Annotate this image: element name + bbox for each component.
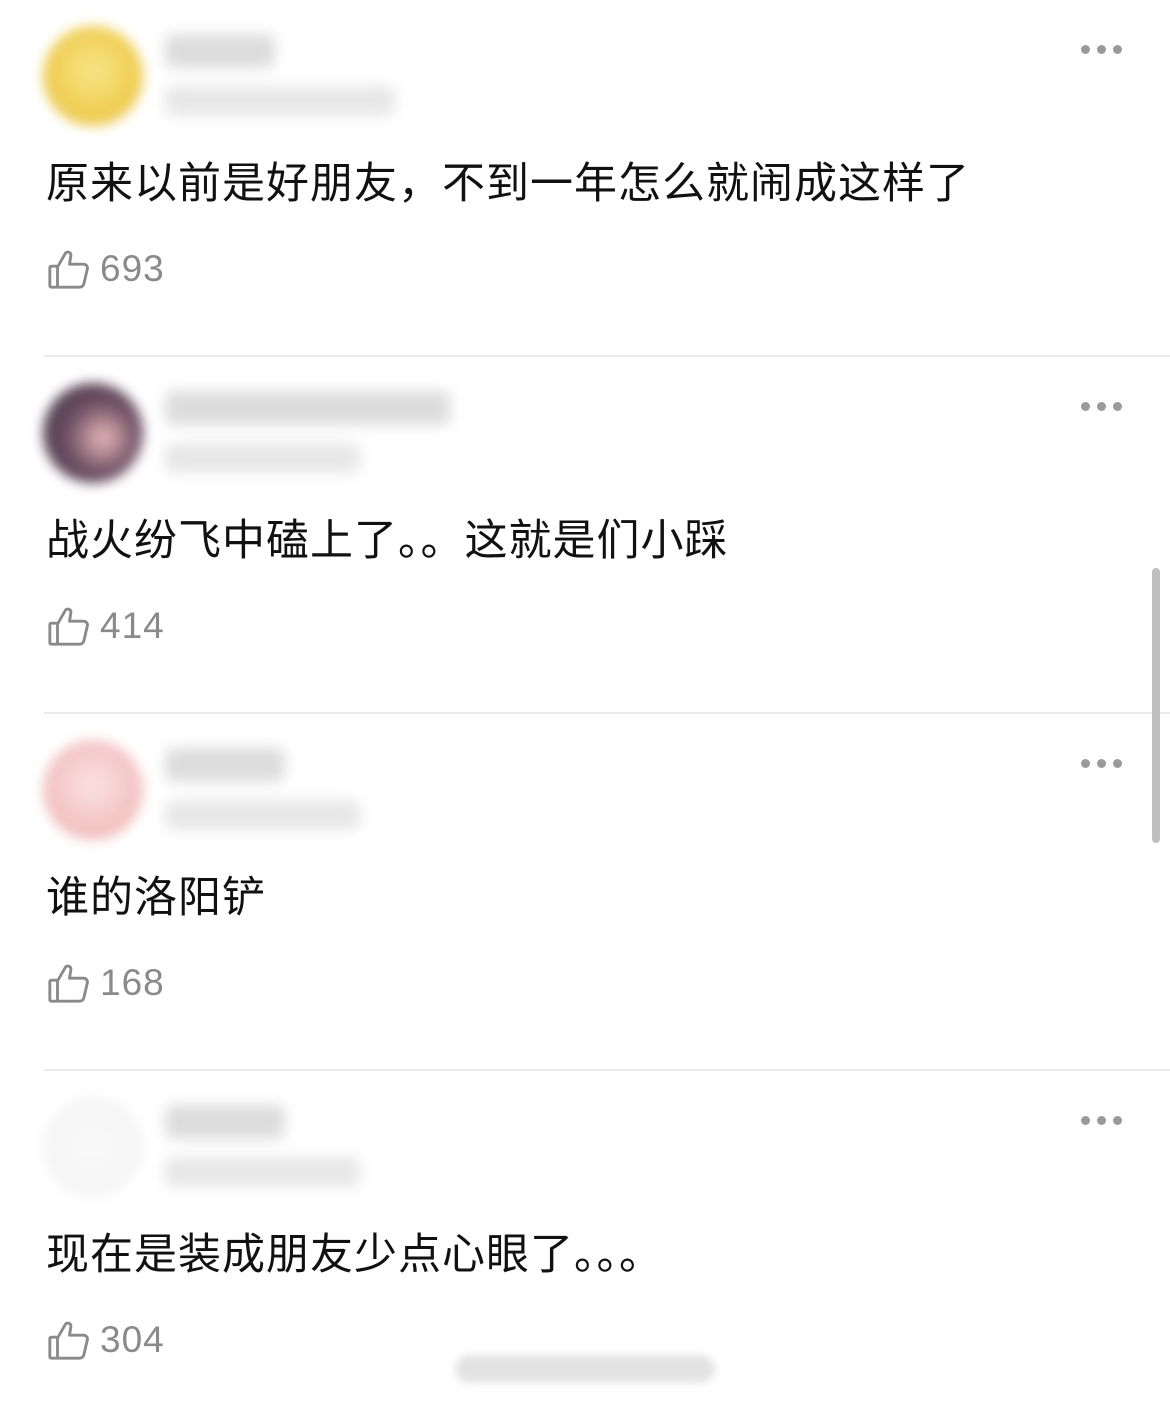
more-dot-icon <box>1080 44 1090 54</box>
more-options-button[interactable] <box>1072 391 1130 421</box>
user-name-blurred[interactable] <box>165 1105 285 1139</box>
thumbs-up-icon <box>46 246 92 292</box>
more-dot-icon <box>1096 401 1106 411</box>
avatar[interactable] <box>43 1097 143 1197</box>
more-dot-icon <box>1096 1115 1106 1125</box>
more-options-button[interactable] <box>1072 748 1130 778</box>
thumbs-up-icon <box>46 1317 92 1363</box>
comment-text: 原来以前是好朋友，不到一年怎么就闹成这样了 <box>46 159 970 209</box>
more-dot-icon <box>1112 44 1122 54</box>
like-button[interactable]: 168 <box>46 958 165 1008</box>
user-meta-blurred <box>165 86 395 116</box>
user-name-blurred[interactable] <box>165 391 450 425</box>
bottom-watermark-blurred <box>455 1355 715 1383</box>
avatar[interactable] <box>43 26 143 126</box>
more-options-button[interactable] <box>1072 1105 1130 1135</box>
user-name-blurred[interactable] <box>165 34 275 68</box>
like-button[interactable]: 414 <box>46 601 165 651</box>
more-dot-icon <box>1112 1115 1122 1125</box>
like-count: 414 <box>100 605 165 646</box>
more-options-button[interactable] <box>1072 34 1130 64</box>
vertical-scrollbar[interactable] <box>1152 568 1160 843</box>
like-button[interactable]: 304 <box>46 1315 165 1365</box>
like-count: 168 <box>100 962 165 1003</box>
comment-item: 原来以前是好朋友，不到一年怎么就闹成这样了 693 <box>0 0 1170 357</box>
more-dot-icon <box>1096 758 1106 768</box>
comment-text: 谁的洛阳铲 <box>46 873 266 923</box>
comment-text: 战火纷飞中磕上了。。这就是们小踩 <box>46 516 729 566</box>
like-count: 304 <box>100 1319 165 1360</box>
user-meta-blurred <box>165 800 360 830</box>
avatar[interactable] <box>43 740 143 840</box>
like-count: 693 <box>100 248 165 289</box>
comment-item: 谁的洛阳铲 168 <box>0 714 1170 1071</box>
user-name-blurred[interactable] <box>165 748 285 782</box>
more-dot-icon <box>1080 1115 1090 1125</box>
more-dot-icon <box>1080 758 1090 768</box>
more-dot-icon <box>1112 401 1122 411</box>
more-dot-icon <box>1112 758 1122 768</box>
thumbs-up-icon <box>46 960 92 1006</box>
thumbs-up-icon <box>46 603 92 649</box>
like-button[interactable]: 693 <box>46 244 165 294</box>
more-dot-icon <box>1080 401 1090 411</box>
comment-text: 现在是装成朋友少点心眼了。。。 <box>46 1230 663 1280</box>
more-dot-icon <box>1096 44 1106 54</box>
avatar[interactable] <box>43 383 143 483</box>
user-meta-blurred <box>165 1157 360 1187</box>
comment-item: 战火纷飞中磕上了。。这就是们小踩 414 <box>0 357 1170 714</box>
user-meta-blurred <box>165 443 360 473</box>
